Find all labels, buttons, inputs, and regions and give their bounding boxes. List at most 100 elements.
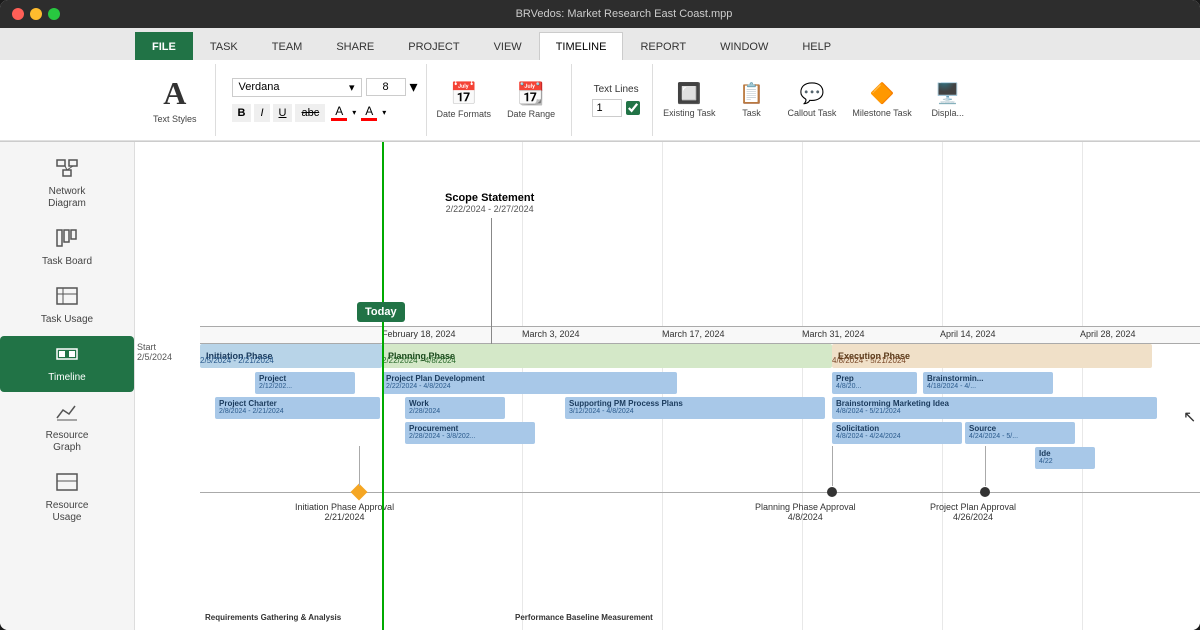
milestone-initiation-diamond — [351, 484, 368, 501]
date-label-4: April 14, 2024 — [940, 329, 996, 339]
strikethrough-button[interactable]: abc — [295, 104, 325, 122]
task-usage-icon — [55, 286, 79, 312]
text-styles-button[interactable]: A Text Styles — [145, 71, 205, 129]
sidebar-item-resource-usage-label: ResourceUsage — [46, 500, 89, 524]
task-ide: Ide 4/22 — [1035, 447, 1095, 469]
task-source-name: Source — [969, 424, 1071, 433]
sidebar-item-resource-graph[interactable]: ResourceGraph — [0, 394, 134, 462]
task-project-plan-dates: 2/22/2024 - 4/8/2024 — [386, 383, 673, 390]
task-ide-name: Ide — [1039, 449, 1091, 458]
text-lines-checkbox[interactable] — [626, 101, 640, 115]
scope-statement-title: Scope Statement — [445, 192, 534, 204]
timeline-content[interactable]: Today February 18, 2024 March 3, 2024 Ma… — [135, 142, 1200, 630]
window-controls — [12, 8, 60, 20]
task-brainstorming-dates: 4/18/2024 - 4/... — [927, 383, 1049, 390]
bottom-label-req-gathering: Requirements Gathering & Analysis — [205, 613, 341, 622]
font-selector[interactable]: Verdana ▾ — [232, 78, 362, 97]
scope-connector-line — [491, 218, 492, 344]
task-work: Work 2/28/2024 — [405, 397, 505, 419]
task-brainstorming-name: Brainstormin... — [927, 374, 1049, 383]
sidebar-item-task-usage[interactable]: Task Usage — [0, 278, 134, 334]
tab-window[interactable]: WINDOW — [703, 32, 785, 60]
task-work-name: Work — [409, 399, 501, 408]
resource-usage-icon — [55, 472, 79, 498]
tab-timeline[interactable]: TIMELINE — [539, 32, 624, 60]
sidebar-item-network-diagram[interactable]: NetworkDiagram — [0, 150, 134, 218]
tab-share[interactable]: SHARE — [319, 32, 391, 60]
text-color-group: A ▾ A ▾ — [328, 102, 386, 123]
tab-help[interactable]: HELP — [785, 32, 848, 60]
tab-view[interactable]: VIEW — [477, 32, 539, 60]
sidebar-item-task-board-label: Task Board — [42, 256, 92, 268]
task-brainstorm-mktg-dates: 4/8/2024 - 5/21/2024 — [836, 408, 1153, 415]
sidebar-item-resource-usage[interactable]: ResourceUsage — [0, 464, 134, 532]
milestone-task-label: Milestone Task — [852, 108, 911, 119]
italic-button[interactable]: I — [254, 104, 269, 122]
tab-report[interactable]: REPORT — [623, 32, 703, 60]
tab-task[interactable]: TASK — [193, 32, 255, 60]
text-color-button[interactable]: A — [328, 102, 350, 123]
main-layout: NetworkDiagram Task Board Task Usage Tim… — [0, 142, 1200, 630]
task-procurement-dates: 2/28/2024 - 3/8/202... — [409, 433, 531, 440]
milestone-plan-approval — [980, 487, 990, 497]
date-formats-label: Date Formats — [437, 109, 492, 120]
highlight-indicator — [361, 118, 377, 121]
task-project-charter-name: Project Charter — [219, 399, 376, 408]
task-board-icon — [55, 228, 79, 254]
maximize-button[interactable] — [48, 8, 60, 20]
resource-graph-icon — [55, 402, 79, 428]
date-formats-button[interactable]: 📅 Date Formats — [431, 77, 498, 124]
font-size-input[interactable]: 8 — [366, 78, 406, 96]
milestone-initiation-label: Initiation Phase Approval 2/21/2024 — [295, 502, 394, 522]
task-supporting-pm-name: Supporting PM Process Plans — [569, 399, 821, 408]
today-gridline — [382, 142, 384, 630]
existing-task-button[interactable]: 🔲 Existing Task — [657, 77, 721, 123]
sidebar-item-task-usage-label: Task Usage — [41, 314, 93, 326]
sidebar-item-timeline[interactable]: Timeline — [0, 336, 134, 392]
task-insert-group: 🔲 Existing Task 📋 Task 💬 Callout Task 🔶 … — [657, 64, 984, 136]
date-ruler: February 18, 2024 March 3, 2024 March 17… — [200, 326, 1200, 344]
task-project-dates: 2/12/202... — [259, 383, 351, 390]
bold-button[interactable]: B — [232, 104, 252, 122]
underline-button[interactable]: U — [273, 104, 293, 122]
text-lines-group: Text Lines — [580, 64, 653, 136]
task-prep: Prep 4/8/20... — [832, 372, 917, 394]
milestone-planning — [827, 487, 837, 497]
display-button[interactable]: 🖥️ Displa... — [922, 77, 974, 123]
milestone-planning-connector — [832, 446, 833, 486]
text-lines-control — [592, 99, 640, 117]
initiation-phase-dates: 2/5/2024 - 2/21/2024 — [200, 356, 274, 365]
date-label-1: March 3, 2024 — [522, 329, 580, 339]
task-solicitation-dates: 4/8/2024 - 4/24/2024 — [836, 433, 958, 440]
sidebar: NetworkDiagram Task Board Task Usage Tim… — [0, 142, 135, 630]
date-range-button[interactable]: 📆 Date Range — [501, 77, 561, 124]
milestone-task-button[interactable]: 🔶 Milestone Task — [846, 77, 917, 123]
sidebar-item-timeline-label: Timeline — [48, 372, 85, 384]
task-icon: 📋 — [739, 81, 764, 106]
date-formats-icon: 📅 — [450, 81, 477, 107]
task-brainstorming: Brainstormin... 4/18/2024 - 4/... — [923, 372, 1053, 394]
task-supporting-pm: Supporting PM Process Plans 3/12/2024 - … — [565, 397, 825, 419]
highlight-color-button[interactable]: A — [358, 102, 380, 123]
network-diagram-icon — [55, 158, 79, 184]
date-label-2: March 17, 2024 — [662, 329, 725, 339]
tab-team[interactable]: TEAM — [255, 32, 320, 60]
close-button[interactable] — [12, 8, 24, 20]
text-lines-input[interactable] — [592, 99, 622, 117]
planning-phase-dates: 2/22/2024 - 4/8/2024 — [382, 356, 456, 365]
today-badge: Today — [357, 302, 405, 322]
sidebar-item-task-board[interactable]: Task Board — [0, 220, 134, 276]
task-prep-dates: 4/8/20... — [836, 383, 913, 390]
callout-task-button[interactable]: 💬 Callout Task — [781, 77, 842, 123]
tab-project[interactable]: PROJECT — [391, 32, 476, 60]
callout-task-icon: 💬 — [799, 81, 824, 106]
task-button[interactable]: 📋 Task — [725, 77, 777, 123]
task-brainstorm-mktg-name: Brainstorming Marketing Idea — [836, 399, 1153, 408]
bottom-label-perf-baseline: Performance Baseline Measurement — [515, 613, 653, 622]
date-range-label: Date Range — [507, 109, 555, 120]
task-project: Project 2/12/202... — [255, 372, 355, 394]
task-label: Task — [742, 108, 761, 119]
tab-file[interactable]: FILE — [135, 32, 193, 60]
minimize-button[interactable] — [30, 8, 42, 20]
milestone-planning-label: Planning Phase Approval 4/8/2024 — [755, 502, 856, 522]
